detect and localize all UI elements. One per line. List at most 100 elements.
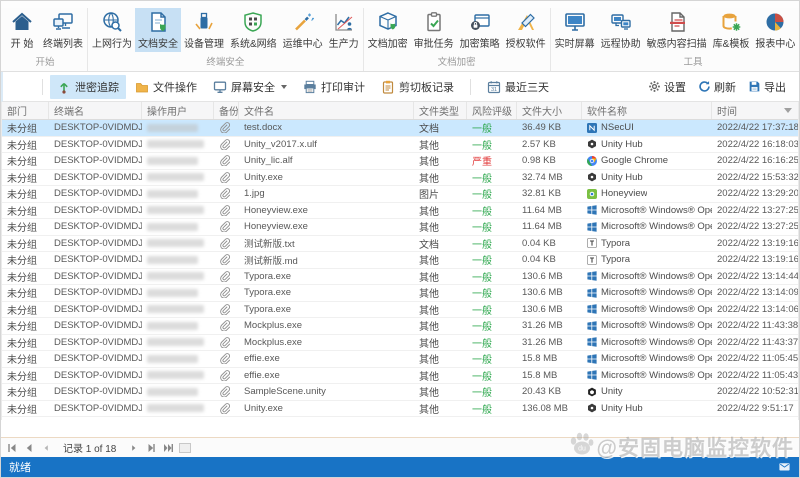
ribbon-item-system-network[interactable]: 系统&网络 — [227, 8, 280, 52]
toolbar-button-refresh[interactable]: 刷新 — [693, 76, 741, 98]
table-cell: 其他 — [414, 335, 467, 351]
table-cell: Unity_v2017.x.ulf — [239, 137, 414, 153]
table-row[interactable]: 未分组DESKTOP-0VIDMDJ测试新版.md其他一般0.04 KBTypo… — [2, 252, 798, 269]
ribbon-item-doc-security[interactable]: 文档安全 — [135, 8, 181, 52]
svg-text:31: 31 — [491, 87, 497, 93]
toolbar-button-screen-security[interactable]: 屏幕安全 — [206, 75, 294, 99]
ribbon-item-licensed-software[interactable]: 授权软件 — [503, 8, 549, 52]
table-cell — [214, 252, 239, 268]
column-header-4[interactable]: 文件名 — [239, 102, 414, 119]
table-row[interactable]: 未分组DESKTOP-0VIDMDJ1.jpg图片一般32.81 KBHoney… — [2, 186, 798, 203]
toolbar-buttons: 泄密追踪文件操作屏幕安全打印审计剪切板记录 31最近三天 — [50, 75, 556, 99]
table-cell: 130.6 MB — [517, 269, 582, 285]
table-cell: 测试新版.txt — [239, 236, 414, 252]
column-header-0[interactable]: 部门 — [2, 102, 49, 119]
ribbon-item-sensitive-scan[interactable]: 敏感内容扫描 — [644, 8, 710, 52]
table-row[interactable]: 未分组DESKTOP-0VIDMDJMockplus.exe其他一般31.26 … — [2, 335, 798, 352]
ribbon-item-device-mgmt[interactable]: 设备管理 — [181, 8, 227, 52]
table-row[interactable]: 未分组DESKTOP-0VIDMDJeffie.exe其他一般15.8 MBMi… — [2, 351, 798, 368]
ribbon-item-encrypt-policy[interactable]: 加密策略 — [457, 8, 503, 52]
column-header-2[interactable]: 操作用户 — [142, 102, 214, 119]
table-row[interactable]: 未分组DESKTOP-0VIDMDJTypora.exe其他一般130.6 MB… — [2, 302, 798, 319]
ribbon-item-realtime-screen[interactable]: 实时屏幕 — [552, 8, 598, 52]
table-row[interactable]: 未分组DESKTOP-0VIDMDJMockplus.exe其他一般31.26 … — [2, 318, 798, 335]
table-cell: Microsoft® Windows® Oper... — [582, 269, 712, 285]
column-header-label: 操作用户 — [147, 103, 187, 118]
ribbon-item-report-center[interactable]: 报表中心 — [752, 8, 798, 52]
table-row[interactable]: 未分组DESKTOP-0VIDMDJtest.docx文档一般36.49 KBN… — [2, 120, 798, 137]
table-cell: Google Chrome — [582, 153, 712, 169]
table-row[interactable]: 未分组DESKTOP-0VIDMDJHoneyview.exe其他一般11.64… — [2, 219, 798, 236]
table-cell: 其他 — [414, 137, 467, 153]
pager-first-button[interactable] — [4, 440, 19, 455]
column-header-3[interactable]: 备份 — [214, 102, 239, 119]
column-header-8[interactable]: 软件名称 — [582, 102, 712, 119]
pager-prev-button[interactable] — [21, 440, 36, 455]
app-name: Microsoft® Windows® Oper... — [601, 304, 712, 315]
ribbon-item-ops-center[interactable]: 运维中心 — [280, 8, 326, 52]
column-header-label: 软件名称 — [587, 103, 627, 118]
toolbar-button-print-audit[interactable]: 打印审计 — [296, 75, 372, 99]
pager-last-button[interactable] — [160, 440, 175, 455]
back-button[interactable] — [13, 77, 35, 97]
column-header-9[interactable]: 时间 — [712, 102, 798, 119]
table-cell — [214, 203, 239, 219]
toolbar-button-file-ops[interactable]: 文件操作 — [128, 75, 204, 99]
blurred-user-value — [147, 355, 198, 363]
ribbon-item-approval-task[interactable]: 审批任务 — [411, 8, 457, 52]
column-header-7[interactable]: 文件大小 — [517, 102, 582, 119]
table-row[interactable]: 未分组DESKTOP-0VIDMDJTypora.exe其他一般130.6 MB… — [2, 285, 798, 302]
toolbar-button-gear[interactable]: 设置 — [643, 76, 691, 98]
ribbon-item-productivity[interactable]: 生产力 — [326, 8, 362, 52]
paperclip-icon — [219, 155, 230, 166]
table-cell: 15.8 MB — [517, 368, 582, 384]
table-row[interactable]: 未分组DESKTOP-0VIDMDJUnity_v2017.x.ulf其他一般2… — [2, 137, 798, 154]
ribbon-group-label: 工具 — [552, 53, 800, 71]
ribbon-item-remote-assist[interactable]: 远程协助 — [598, 8, 644, 52]
table-cell: 0.98 KB — [517, 153, 582, 169]
pager-next-page-button[interactable] — [126, 440, 141, 455]
table-row[interactable]: 未分组DESKTOP-0VIDMDJSampleScene.unity其他一般2… — [2, 384, 798, 401]
table-row[interactable]: 未分组DESKTOP-0VIDMDJUnity.exe其他一般136.08 MB… — [2, 401, 798, 418]
table-cell — [142, 137, 214, 153]
app-name: Unity Hub — [601, 139, 643, 150]
table-cell: 一般 — [467, 285, 517, 301]
toolbar-button-export[interactable]: 导出 — [743, 76, 791, 98]
table-cell — [142, 170, 214, 186]
table-cell: 未分组 — [2, 335, 49, 351]
table-row[interactable]: 未分组DESKTOP-0VIDMDJTypora.exe其他一般130.6 MB… — [2, 269, 798, 286]
table-cell: 一般 — [467, 170, 517, 186]
table-row[interactable]: 未分组DESKTOP-0VIDMDJeffie.exe其他一般15.8 MBMi… — [2, 368, 798, 385]
column-header-6[interactable]: 风险评级 — [467, 102, 517, 119]
row-overflow-indicator[interactable]: … — [784, 120, 795, 136]
table-cell: Unity_lic.alf — [239, 153, 414, 169]
ribbon-item-library-template[interactable]: 库&模板 — [710, 8, 753, 52]
table-row[interactable]: 未分组DESKTOP-0VIDMDJUnity_lic.alf其他严重0.98 … — [2, 153, 798, 170]
pager: 记录 1 of 18 — [1, 437, 799, 457]
column-header-1[interactable]: 终端名 — [49, 102, 142, 119]
table-row[interactable]: 未分组DESKTOP-0VIDMDJUnity.exe其他一般32.74 MBU… — [2, 170, 798, 187]
table-cell — [142, 219, 214, 235]
table-cell: 未分组 — [2, 401, 49, 417]
pager-extra-button[interactable] — [179, 443, 191, 453]
table-row[interactable]: 未分组DESKTOP-0VIDMDJHoneyview.exe其他一般11.64… — [2, 203, 798, 220]
ribbon-item-internet-behavior[interactable]: 上网行为 — [89, 8, 135, 52]
time-filter-icon[interactable] — [784, 108, 792, 113]
file-table: 部门终端名操作用户 备份文件名文件类型风险评级文件大小软件名称 时间 未分组DESK… — [1, 102, 799, 420]
column-header-5[interactable]: 文件类型 — [414, 102, 467, 119]
pager-record-label: 记录 1 of 18 — [63, 440, 116, 455]
ribbon-item-home[interactable]: 开 始 — [4, 8, 40, 52]
pager-prev-page-button[interactable] — [38, 440, 53, 455]
ribbon-item-doc-encrypt[interactable]: 文档加密 — [365, 8, 411, 52]
table-cell: 未分组 — [2, 384, 49, 400]
app-name: Microsoft® Windows® Oper... — [601, 353, 712, 364]
table-row[interactable]: 未分组DESKTOP-0VIDMDJ测试新版.txt文档一般0.04 KBTyp… — [2, 236, 798, 253]
toolbar-button-recent-days[interactable]: 31最近三天 — [480, 75, 556, 99]
status-tray-icon[interactable] — [778, 462, 791, 473]
toolbar-button-leak-trace[interactable]: 泄密追踪 — [50, 75, 126, 99]
table-cell: NSecUI — [582, 120, 712, 136]
toolbar-button-clipboard-record[interactable]: 剪切板记录 — [374, 75, 461, 99]
pager-next-button[interactable] — [143, 440, 158, 455]
toolbar-right-buttons: 设置刷新导出 — [643, 76, 791, 98]
ribbon-item-terminal-list[interactable]: 终端列表 — [40, 8, 86, 52]
